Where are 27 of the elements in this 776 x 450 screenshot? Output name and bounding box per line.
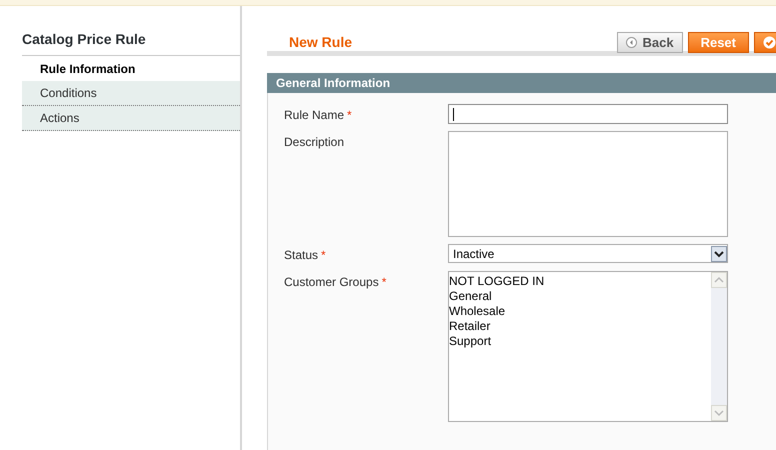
required-asterisk: *: [347, 107, 352, 124]
text-cursor-icon: [453, 108, 454, 120]
customer-groups-label: Customer Groups: [284, 274, 379, 291]
save-button[interactable]: [754, 32, 776, 53]
scroll-up-icon: [711, 272, 727, 288]
scroll-down-icon: [711, 405, 727, 421]
status-select[interactable]: Inactive: [448, 244, 728, 263]
description-field[interactable]: [448, 131, 728, 237]
sidebar-tab[interactable]: Actions: [22, 106, 240, 131]
rule-name-field[interactable]: [448, 104, 728, 124]
status-label: Status: [284, 247, 318, 264]
scrollbar[interactable]: [711, 272, 727, 421]
sidebar-tab[interactable]: Conditions: [22, 81, 240, 106]
customer-groups-list[interactable]: NOT LOGGED IN General Wholesale Retailer Support: [448, 271, 728, 422]
check-icon: [762, 36, 776, 49]
list-option[interactable]: General: [449, 289, 711, 304]
back-button[interactable]: Back: [616, 32, 683, 53]
list-option[interactable]: NOT LOGGED IN: [449, 274, 711, 289]
required-asterisk: *: [321, 247, 326, 264]
list-option[interactable]: Support: [449, 334, 711, 349]
section-header: General Information: [267, 73, 776, 93]
rule-name-label: Rule Name: [284, 107, 344, 124]
description-label: Description: [284, 134, 344, 151]
list-option[interactable]: Retailer: [449, 319, 711, 334]
required-asterisk: *: [382, 274, 386, 291]
list-option[interactable]: Wholesale: [449, 304, 711, 319]
page-title: New Rule: [288, 33, 354, 52]
